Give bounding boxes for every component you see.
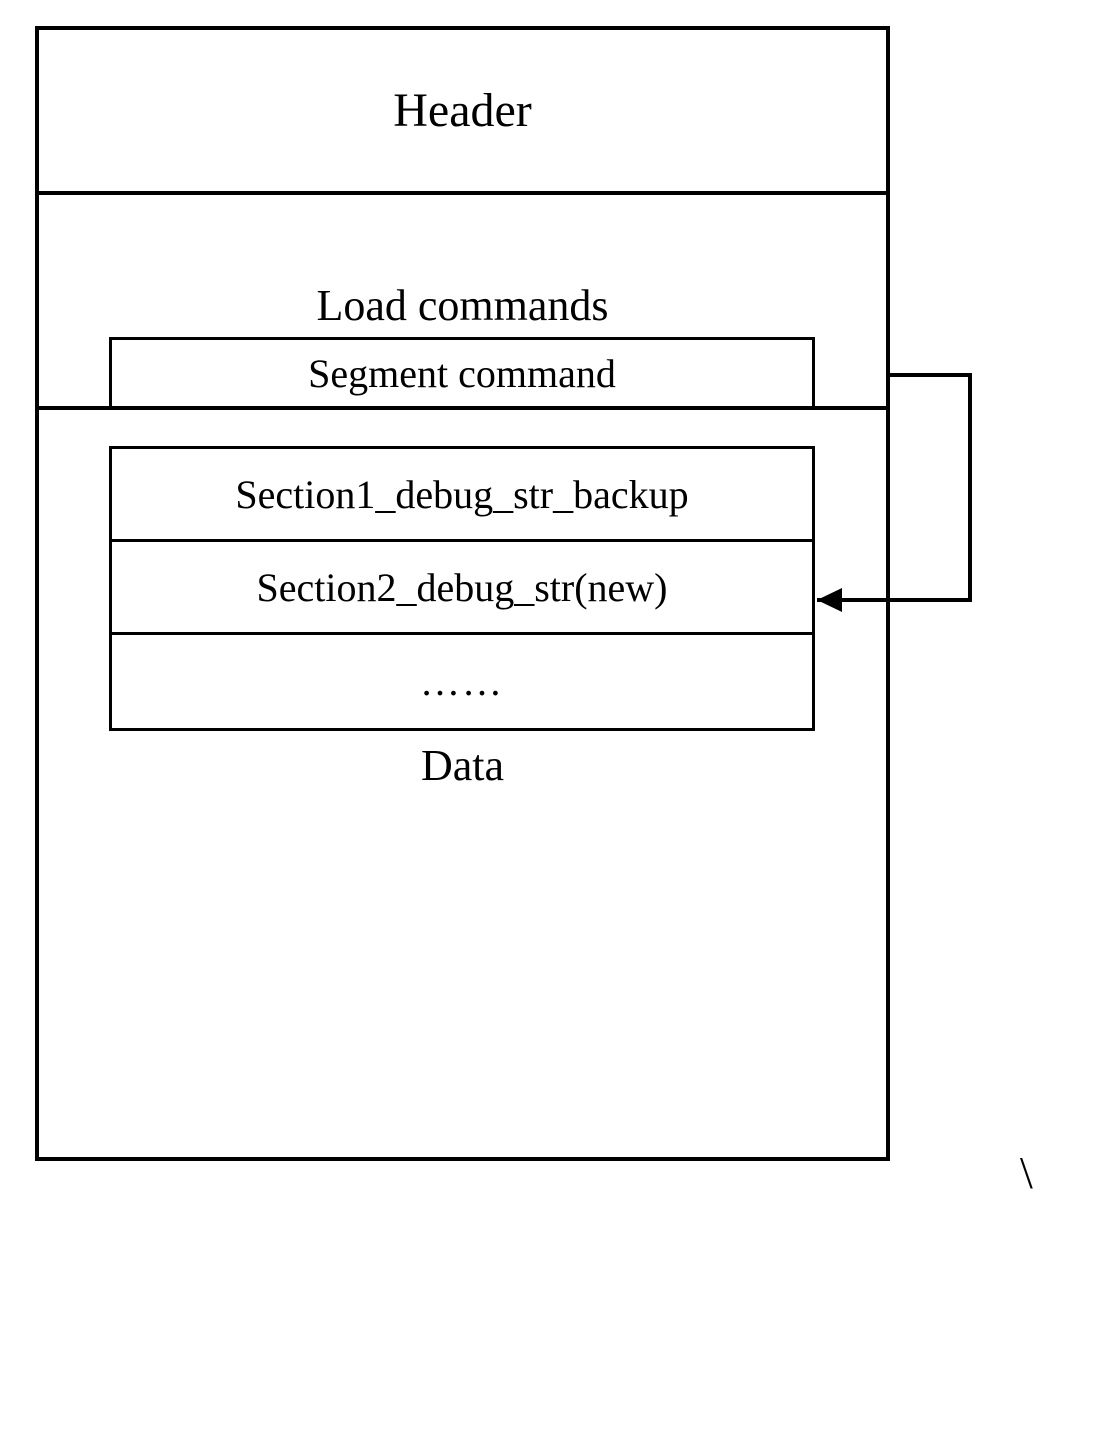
section1-row: Section1_debug_str_backup <box>112 449 812 542</box>
section1-label: Section1_debug_str_backup <box>235 471 688 518</box>
section3-row: …… <box>112 635 812 728</box>
data-label: Data <box>39 740 886 791</box>
section2-row: Section2_debug_str(new) <box>112 542 812 635</box>
segment-command-label: Segment command <box>308 350 616 397</box>
sections-group: Section1_debug_str_backup Section2_debug… <box>109 446 815 731</box>
header-section: Header <box>39 30 886 195</box>
load-commands-section: Load commands Segment command <box>39 195 886 410</box>
load-commands-label: Load commands <box>39 280 886 331</box>
section2-label: Section2_debug_str(new) <box>256 564 667 611</box>
header-label: Header <box>393 83 532 138</box>
stray-backslash: \ <box>1020 1146 1033 1199</box>
file-structure-container: Header Load commands Segment command Sec… <box>35 26 890 1161</box>
section3-label: …… <box>420 658 504 705</box>
segment-command-box: Segment command <box>109 337 815 410</box>
